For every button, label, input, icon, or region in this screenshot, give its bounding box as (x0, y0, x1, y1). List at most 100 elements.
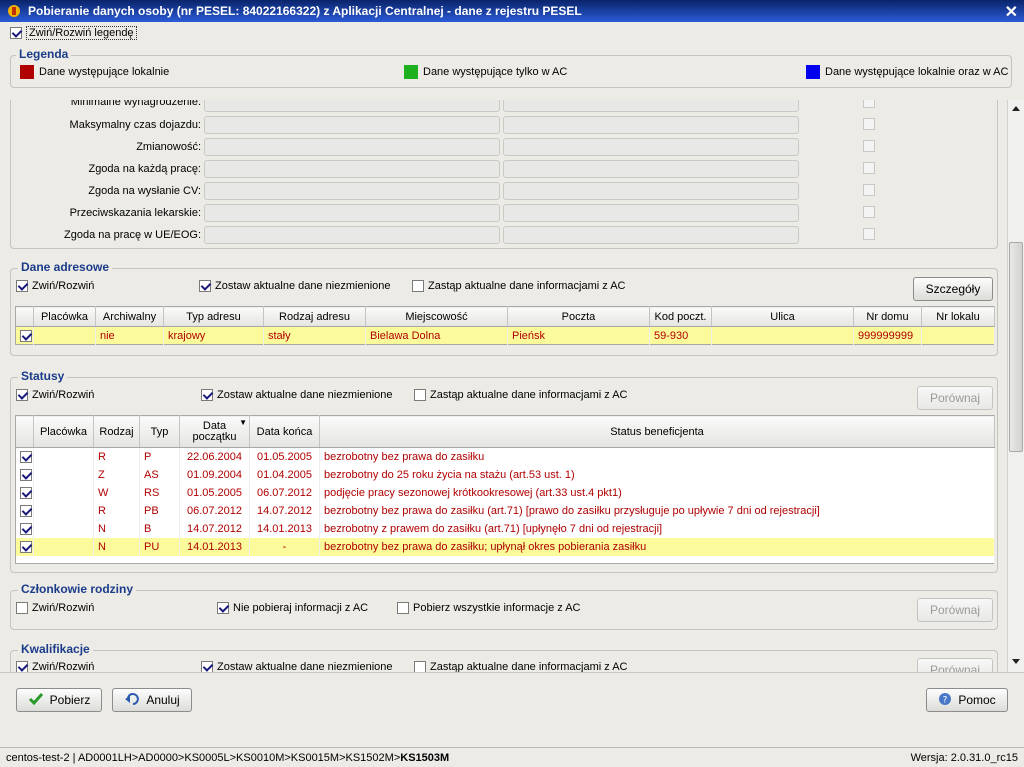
field-checkbox[interactable] (863, 140, 875, 152)
table-row[interactable]: N PU 14.01.2013 - bezrobotny bez prawa d… (15, 537, 995, 556)
row-checkbox-cell[interactable] (15, 326, 34, 345)
statuses-table[interactable]: Placówka Rodzaj Typ Data początku ▼ Data… (15, 415, 995, 564)
qualifications-keep-option[interactable]: Zostaw aktualne dane niezmienione (201, 661, 393, 672)
statuses-replace-checkbox[interactable] (414, 389, 426, 401)
table-cell: B (139, 519, 180, 538)
cancel-button[interactable]: Anuluj (112, 688, 192, 712)
addresses-toggle[interactable]: Zwiń/Rozwiń (16, 280, 94, 292)
row-checkbox[interactable] (20, 540, 32, 553)
table-row[interactable]: R P 22.06.2004 01.05.2005 bezrobotny bez… (15, 447, 995, 466)
table-row[interactable]: Z AS 01.09.2004 01.04.2005 bezrobotny do… (15, 465, 995, 484)
legend-item-label: Dane występujące lokalnie (39, 66, 170, 78)
table-row[interactable]: N B 14.07.2012 14.01.2013 bezrobotny z p… (15, 519, 995, 538)
family-compare-button[interactable]: Porównaj (917, 598, 993, 622)
column-header[interactable]: Typ (139, 415, 180, 448)
addresses-table[interactable]: Placówka Archiwalny Typ adresu Rodzaj ad… (15, 306, 995, 345)
column-header[interactable]: Nr domu (853, 306, 922, 327)
statuses-toggle[interactable]: Zwiń/Rozwiń (16, 389, 94, 401)
vertical-scrollbar[interactable] (1007, 100, 1024, 672)
row-checkbox[interactable] (20, 486, 32, 499)
content-scroll-area[interactable]: Minimalne wynagrodzenie: Maksymalny czas… (0, 100, 1007, 672)
field-checkbox[interactable] (863, 162, 875, 174)
legend-item-label: Dane występujące lokalnie oraz w AC (825, 66, 1009, 78)
table-row[interactable]: nie krajowy stały Bielawa Dolna Pieńsk 5… (15, 326, 995, 345)
field-checkbox[interactable] (863, 206, 875, 218)
column-header[interactable]: Typ adresu (163, 306, 264, 327)
family-fetch-all-option[interactable]: Pobierz wszystkie informacje z AC (397, 602, 581, 614)
addresses-keep-option[interactable]: Zostaw aktualne dane niezmienione (199, 280, 391, 292)
column-header[interactable]: Rodzaj (93, 415, 140, 448)
field-checkbox[interactable] (863, 184, 875, 196)
column-header[interactable]: Archiwalny (95, 306, 164, 327)
statuses-compare-button[interactable]: Porównaj (917, 386, 993, 410)
column-header[interactable]: Ulica (711, 306, 854, 327)
row-checkbox[interactable] (20, 468, 32, 481)
table-row[interactable]: W RS 01.05.2005 06.07.2012 podjęcie prac… (15, 483, 995, 502)
family-no-fetch-checkbox[interactable] (217, 602, 229, 614)
legend-toggle-checkbox[interactable] (10, 27, 22, 39)
help-button[interactable]: ? Pomoc (926, 688, 1008, 712)
row-checkbox[interactable] (20, 329, 32, 342)
qualifications-toggle[interactable]: Zwiń/Rozwiń (16, 661, 94, 672)
fetch-button[interactable]: Pobierz (16, 688, 102, 712)
addresses-toggle-checkbox[interactable] (16, 280, 28, 292)
row-checkbox-cell[interactable] (15, 483, 34, 502)
legend-toggle[interactable]: Zwiń/Rozwiń legendę (10, 26, 137, 40)
field-checkbox[interactable] (863, 100, 875, 108)
row-checkbox[interactable] (20, 450, 32, 463)
row-checkbox-cell[interactable] (15, 447, 34, 466)
field-local-value (204, 138, 500, 156)
column-header[interactable]: Status beneficjenta (319, 415, 995, 448)
row-checkbox-cell[interactable] (15, 465, 34, 484)
column-header[interactable]: Miejscowość (365, 306, 508, 327)
scroll-up-icon[interactable] (1010, 102, 1022, 114)
family-toggle-label: Zwiń/Rozwiń (32, 602, 95, 614)
table-row[interactable]: R PB 06.07.2012 14.07.2012 bezrobotny be… (15, 501, 995, 520)
qualifications-replace-checkbox[interactable] (414, 661, 426, 672)
column-header[interactable]: Kod poczt. (649, 306, 712, 327)
table-cell: W (93, 483, 140, 502)
row-checkbox[interactable] (20, 504, 32, 517)
column-header[interactable]: Poczta (507, 306, 650, 327)
column-header[interactable]: Nr lokalu (921, 306, 995, 327)
row-checkbox-cell[interactable] (15, 519, 34, 538)
column-header[interactable]: Rodzaj adresu (263, 306, 366, 327)
family-toggle-checkbox[interactable] (16, 602, 28, 614)
column-header[interactable]: Placówka (33, 306, 96, 327)
addresses-keep-checkbox[interactable] (199, 280, 211, 292)
scroll-down-icon[interactable] (1010, 656, 1022, 668)
family-no-fetch-option[interactable]: Nie pobieraj informacji z AC (217, 602, 368, 614)
row-checkbox[interactable] (20, 522, 32, 535)
field-ac-value (503, 116, 799, 134)
row-checkbox-cell[interactable] (15, 537, 34, 556)
statuses-replace-option[interactable]: Zastąp aktualne dane informacjami z AC (414, 389, 628, 401)
column-header[interactable]: Data końca (249, 415, 320, 448)
status-bar: centos-test-2 | AD0001LH>AD0000>KS0005L>… (0, 747, 1024, 767)
qualifications-replace-option[interactable]: Zastąp aktualne dane informacjami z AC (414, 661, 628, 672)
statuses-keep-option[interactable]: Zostaw aktualne dane niezmienione (201, 389, 393, 401)
scroll-thumb[interactable] (1009, 242, 1023, 452)
addresses-replace-checkbox[interactable] (412, 280, 424, 292)
table-cell: krajowy (163, 326, 264, 345)
addresses-replace-option[interactable]: Zastąp aktualne dane informacjami z AC (412, 280, 626, 292)
qualifications-compare-button[interactable]: Porównaj (917, 658, 993, 672)
details-button[interactable]: Szczegóły (913, 277, 993, 301)
row-checkbox-cell[interactable] (15, 501, 34, 520)
close-icon[interactable]: ✕ (1005, 2, 1018, 22)
statuses-toggle-checkbox[interactable] (16, 389, 28, 401)
family-fetch-all-checkbox[interactable] (397, 602, 409, 614)
column-header-sorted[interactable]: Data początku ▼ (179, 415, 250, 448)
table-cell: podjęcie pracy sezonowej krótkookresowej… (319, 483, 995, 502)
addresses-title: Dane adresowe (18, 260, 113, 274)
family-toggle[interactable]: Zwiń/Rozwiń (16, 602, 94, 614)
field-checkbox[interactable] (863, 228, 875, 240)
table-cell (33, 447, 94, 466)
qualifications-toggle-checkbox[interactable] (16, 661, 28, 672)
statuses-keep-checkbox[interactable] (201, 389, 213, 401)
field-checkbox[interactable] (863, 118, 875, 130)
version-label: Wersja: 2.0.31.0_rc15 (910, 751, 1018, 764)
table-cell (33, 537, 94, 556)
column-header[interactable]: Placówka (33, 415, 94, 448)
qualifications-keep-checkbox[interactable] (201, 661, 213, 672)
field-local-value (204, 204, 500, 222)
